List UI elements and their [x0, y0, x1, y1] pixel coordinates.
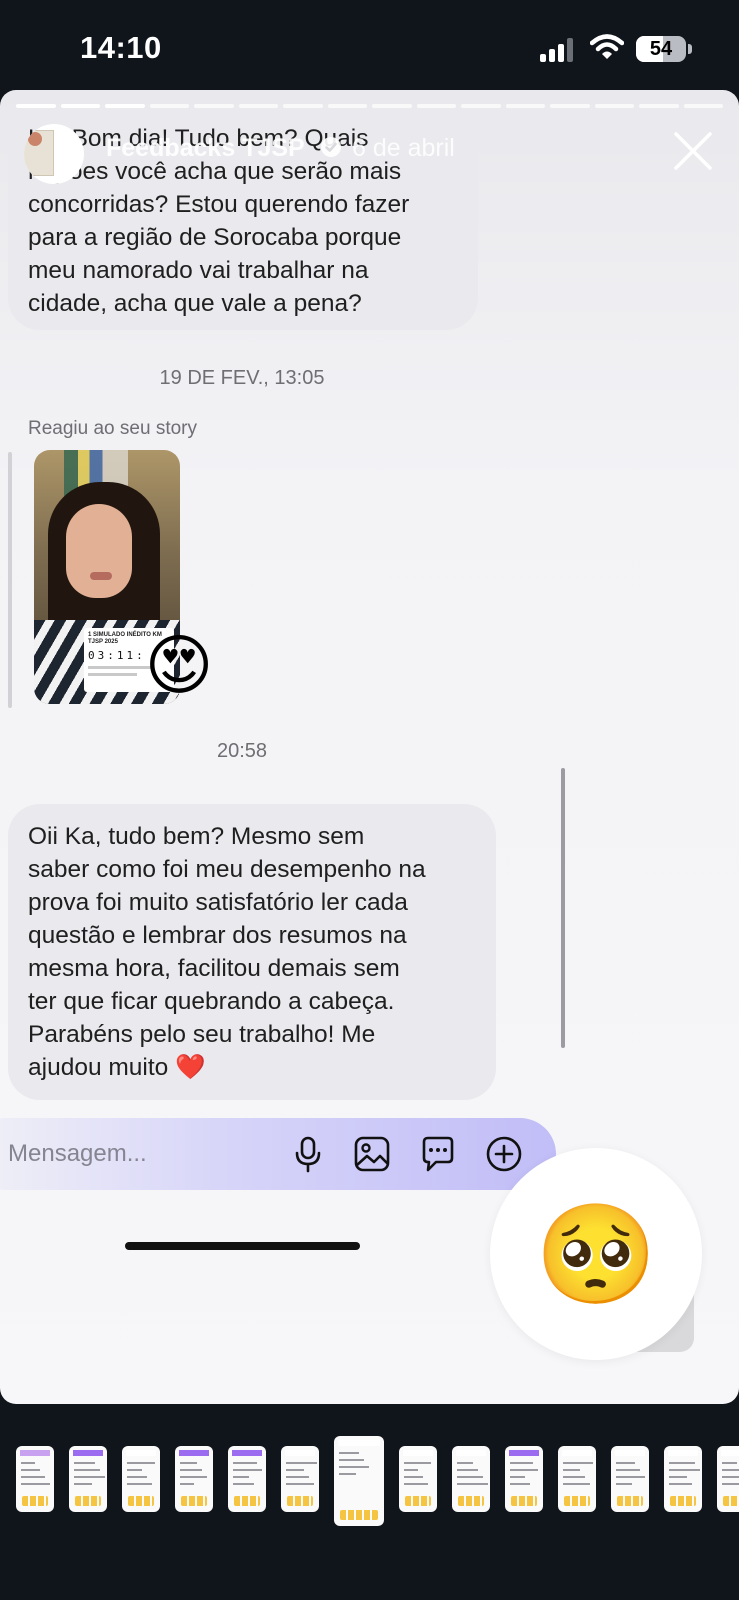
story-progress-segment — [372, 104, 412, 108]
story-thumbnail[interactable] — [281, 1446, 319, 1512]
chat-scrollbar[interactable] — [561, 768, 565, 1048]
chat-timestamp: 20:58 — [216, 740, 268, 762]
cellular-signal-icon — [540, 38, 576, 62]
story-progress-segment — [683, 104, 723, 108]
story-thumbnail[interactable] — [452, 1446, 490, 1512]
story-thumbnail[interactable] — [505, 1446, 543, 1512]
message-bubble-incoming[interactable]: Oii Ka, tudo bem? Mesmo sem saber como f… — [8, 804, 496, 1100]
story-progress-segment — [60, 104, 100, 108]
story-date: 6 de abril — [352, 134, 455, 162]
battery-icon: 54 — [636, 36, 686, 62]
story-progress-segment — [594, 104, 634, 108]
heart-eyes-reaction-icon: 😍 — [144, 628, 214, 702]
story-progress-segment — [639, 104, 679, 108]
story-progress-segment — [416, 104, 456, 108]
story-progress-segment — [105, 104, 145, 108]
pleading-face-icon: 🥺 — [534, 1199, 658, 1309]
story-progress-segment — [238, 104, 278, 108]
verified-badge-icon — [321, 137, 341, 157]
story-reaction-label: Reagiu ao seu story — [28, 418, 197, 439]
story-thumbnail[interactable] — [334, 1436, 384, 1526]
reply-indicator-line — [8, 452, 12, 708]
microphone-icon[interactable] — [288, 1134, 328, 1174]
avatar[interactable] — [24, 124, 84, 184]
message-line: para a região de Sorocaba porque — [28, 224, 402, 251]
battery-tip — [688, 44, 692, 54]
gallery-icon[interactable] — [352, 1134, 392, 1174]
message-line: Parabéns pelo seu trabalho! Me — [28, 1021, 376, 1048]
story-viewer[interactable]: Ka! Bom dia! Tudo bem? Quais regiões voc… — [0, 90, 739, 1404]
message-line: concorridas? Estou querendo fazer — [28, 191, 410, 218]
story-progress-segment — [505, 104, 545, 108]
plus-circle-icon[interactable] — [484, 1134, 524, 1174]
story-progress-segment — [16, 104, 56, 108]
story-progress-segment — [327, 104, 367, 108]
story-progress-segment — [461, 104, 501, 108]
story-thumbnail[interactable] — [175, 1446, 213, 1512]
story-thumbnail[interactable] — [664, 1446, 702, 1512]
status-bar: 14:10 54 — [0, 0, 739, 90]
story-thumbnail[interactable] — [717, 1446, 739, 1512]
woman-face — [66, 504, 132, 598]
close-icon[interactable] — [672, 130, 714, 172]
message-input[interactable]: Mensagem... — [8, 1140, 147, 1168]
story-thumbnail[interactable] — [16, 1446, 54, 1512]
story-progress-segment — [194, 104, 234, 108]
message-line: ter que ficar quebrando a cabeça. — [28, 988, 395, 1015]
message-line: cidade, acha que vale a pena? — [28, 290, 362, 317]
account-name[interactable]: Feedbacks TJSP — [106, 134, 305, 163]
message-line: questão e lembrar dos resumos na — [28, 922, 407, 949]
story-progress-bar — [16, 104, 723, 108]
message-composer: Mensagem... — [0, 1118, 556, 1190]
story-thumbnail[interactable] — [399, 1446, 437, 1512]
message-line: meu namorado vai trabalhar na — [28, 257, 369, 284]
story-progress-segment — [283, 104, 323, 108]
story-thumbnail-strip — [0, 1430, 739, 1530]
home-indicator[interactable] — [125, 1242, 360, 1250]
wifi-icon — [590, 34, 624, 59]
message-line: mesma hora, facilitou demais sem — [28, 955, 400, 982]
story-thumbnail[interactable] — [228, 1446, 266, 1512]
story-thumbnail[interactable] — [558, 1446, 596, 1512]
story-header: Feedbacks TJSP 6 de abril — [22, 120, 719, 190]
message-line: Oii Ka, tudo bem? Mesmo sem — [28, 823, 365, 850]
message-line: prova foi muito satisfatório ler cada — [28, 889, 408, 916]
sticker-icon[interactable] — [418, 1134, 458, 1174]
story-progress-segment — [550, 104, 590, 108]
message-line: saber como foi meu desempenho na — [28, 856, 426, 883]
story-progress-segment — [149, 104, 189, 108]
battery-percent: 54 — [649, 38, 673, 60]
message-line: ajudou muito ❤️ — [28, 1054, 206, 1081]
emoji-reaction-button[interactable]: 🥺 — [490, 1148, 702, 1360]
story-thumbnail[interactable] — [611, 1446, 649, 1512]
status-time: 14:10 — [80, 30, 162, 65]
story-thumbnail[interactable] — [69, 1446, 107, 1512]
chat-timestamp: 19 DE FEV., 13:05 — [159, 367, 325, 389]
story-thumbnail[interactable] — [122, 1446, 160, 1512]
